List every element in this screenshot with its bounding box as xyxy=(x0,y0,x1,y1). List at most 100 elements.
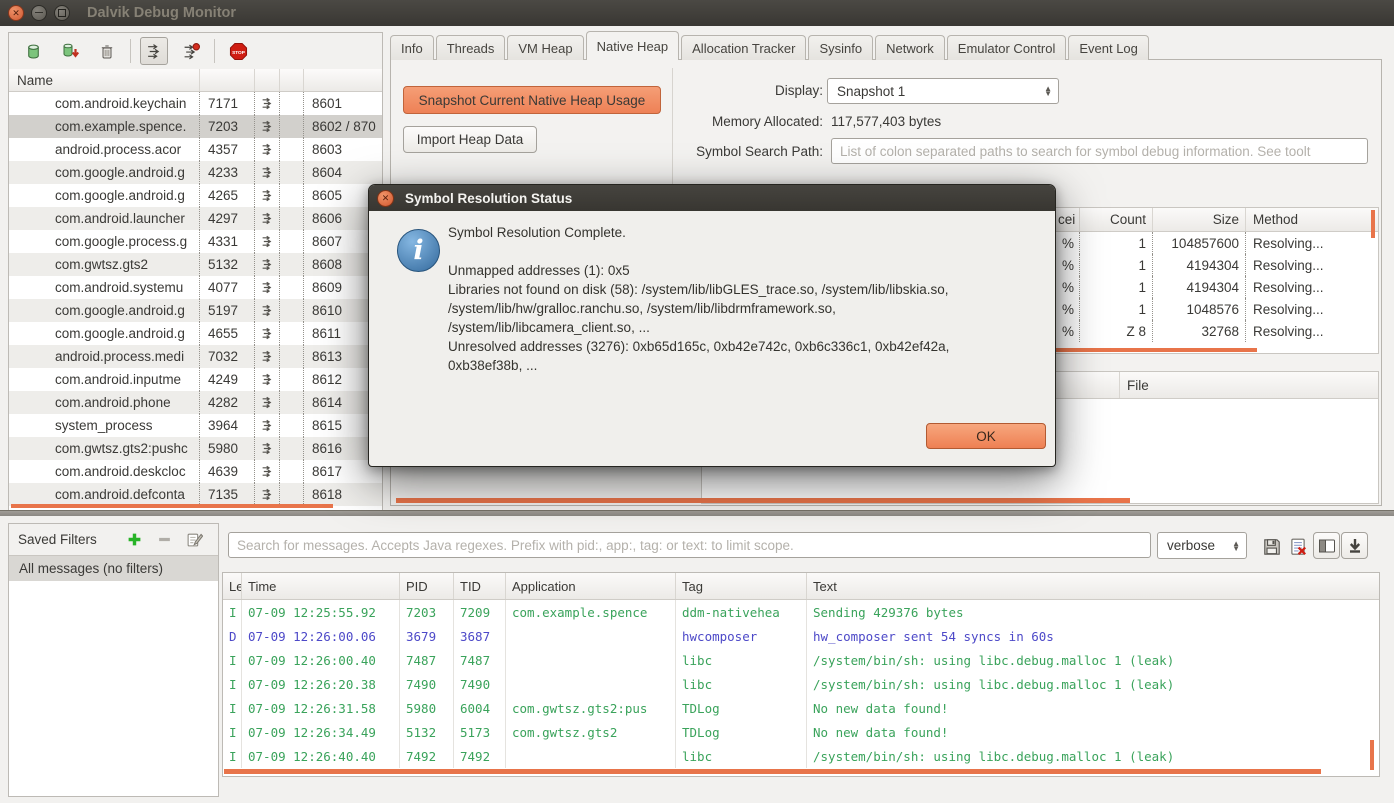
log-row[interactable]: I 07-09 12:26:00.40 7487 7487 libc /syst… xyxy=(223,648,1379,672)
log-row[interactable]: I 07-09 12:25:55.92 7203 7209 com.exampl… xyxy=(223,600,1379,624)
alloc-size: 32768 xyxy=(1153,320,1246,342)
column-header-blank[interactable] xyxy=(280,69,304,91)
window-close-icon[interactable] xyxy=(8,5,24,21)
process-row[interactable]: com.android.launcher 4297 8606 xyxy=(9,207,382,230)
column-header-application[interactable]: Application xyxy=(506,573,676,599)
pane-hscrollbar[interactable] xyxy=(396,498,1130,503)
horizontal-sash[interactable] xyxy=(0,510,1394,516)
log-text: /system/bin/sh: using libc.debug.malloc … xyxy=(813,748,1175,764)
filter-item-all-messages[interactable]: All messages (no filters) xyxy=(9,556,218,581)
window-maximize-icon[interactable] xyxy=(54,5,70,21)
add-filter-icon[interactable] xyxy=(119,531,149,549)
column-header-time[interactable]: Time xyxy=(242,573,400,599)
log-row[interactable]: D 07-09 12:26:00.06 3679 3687 hwcomposer… xyxy=(223,624,1379,648)
snapshot-native-heap-button[interactable]: Snapshot Current Native Heap Usage xyxy=(403,86,661,114)
column-header-size[interactable]: Size xyxy=(1153,208,1246,231)
log-search-input[interactable] xyxy=(228,532,1151,558)
dialog-close-icon[interactable] xyxy=(377,189,394,207)
process-name: com.android.inputme xyxy=(9,368,200,391)
allocation-rows: % 1 104857600 Resolving... % 1 4194304 R… xyxy=(1022,232,1378,342)
column-header-port[interactable] xyxy=(304,69,382,91)
remove-filter-icon[interactable] xyxy=(149,531,179,549)
process-row[interactable]: com.google.android.g 4655 8611 xyxy=(9,322,382,345)
process-row[interactable]: com.android.defconta 7135 8618 xyxy=(9,483,382,506)
tab[interactable]: Info xyxy=(390,35,434,60)
allocation-row[interactable]: % 1 4194304 Resolving... xyxy=(1022,254,1378,276)
tab[interactable]: VM Heap xyxy=(507,35,584,60)
process-row[interactable]: com.android.inputme 4249 8612 xyxy=(9,368,382,391)
process-row[interactable]: com.android.deskcloc 4639 8617 xyxy=(9,460,382,483)
process-row[interactable]: android.process.medi 7032 8613 xyxy=(9,345,382,368)
log-row[interactable]: I 07-09 12:26:31.58 5980 6004 com.gwtsz.… xyxy=(223,696,1379,720)
log-hscrollbar[interactable] xyxy=(224,769,1321,774)
save-log-icon[interactable] xyxy=(1260,535,1284,559)
tab[interactable]: Event Log xyxy=(1068,35,1149,60)
tab[interactable]: Emulator Control xyxy=(946,35,1067,60)
process-pid: 4357 xyxy=(200,138,255,161)
stop-process-icon[interactable]: STOP xyxy=(224,37,252,65)
process-table-hscrollbar[interactable] xyxy=(11,504,333,508)
edit-filter-icon[interactable] xyxy=(179,531,209,549)
toggle-filters-pane-icon[interactable] xyxy=(1313,532,1340,559)
allocations-vscrollbar[interactable] xyxy=(1371,210,1375,238)
log-row[interactable]: I 07-09 12:26:40.40 7492 7492 libc /syst… xyxy=(223,744,1379,768)
column-header-status[interactable] xyxy=(255,69,280,91)
window-minimize-icon[interactable] xyxy=(31,5,47,21)
allocation-row[interactable]: % 1 1048576 Resolving... xyxy=(1022,298,1378,320)
column-header-tid[interactable]: TID xyxy=(454,573,506,599)
process-row[interactable]: android.process.acor 4357 8603 xyxy=(9,138,382,161)
show-heap-updates-icon[interactable] xyxy=(19,37,47,65)
process-row[interactable]: com.gwtsz.gts2 5132 8608 xyxy=(9,253,382,276)
column-header-tag[interactable]: Tag xyxy=(676,573,807,599)
log-pid: 3679 xyxy=(400,624,454,648)
process-table-header[interactable]: Name xyxy=(9,69,382,92)
import-heap-data-button[interactable]: Import Heap Data xyxy=(403,126,537,153)
log-row[interactable]: I 07-09 12:26:34.49 5132 5173 com.gwtsz.… xyxy=(223,720,1379,744)
display-snapshot-select[interactable]: Snapshot 1 xyxy=(827,78,1059,104)
tab[interactable]: Network xyxy=(875,35,945,60)
column-header-pid[interactable] xyxy=(200,69,255,91)
column-header-text[interactable]: Text xyxy=(807,573,1379,599)
process-row[interactable]: com.android.phone 4282 8614 xyxy=(9,391,382,414)
column-header-count[interactable]: Count xyxy=(1080,208,1153,231)
start-method-profiling-icon[interactable] xyxy=(177,37,205,65)
process-row[interactable]: com.google.process.g 4331 8607 xyxy=(9,230,382,253)
allocation-row[interactable]: % 1 104857600 Resolving... xyxy=(1022,232,1378,254)
process-row[interactable]: com.android.keychain 7171 8601 xyxy=(9,92,382,115)
alloc-count: 1 xyxy=(1080,298,1153,320)
symbol-search-path-input[interactable] xyxy=(831,138,1368,164)
log-level-select[interactable]: verbose xyxy=(1157,532,1247,559)
process-blank-cell xyxy=(280,322,304,345)
ok-button[interactable]: OK xyxy=(926,423,1046,449)
cause-gc-trash-icon[interactable] xyxy=(93,37,121,65)
update-threads-icon[interactable] xyxy=(140,37,168,65)
log-table-header[interactable]: Le Time PID TID Application Tag Text xyxy=(223,573,1379,600)
process-row[interactable]: com.google.android.g 5197 8610 xyxy=(9,299,382,322)
column-header-method[interactable]: Method xyxy=(1246,208,1378,231)
process-row[interactable]: com.google.android.g 4233 8604 xyxy=(9,161,382,184)
process-name: com.android.keychain xyxy=(9,92,200,115)
process-row[interactable]: com.example.spence. 7203 8602 / 870 xyxy=(9,115,382,138)
tab[interactable]: Threads xyxy=(435,35,506,60)
dump-hprof-icon[interactable] xyxy=(56,37,84,65)
process-row[interactable]: system_process 3964 8615 xyxy=(9,414,382,437)
log-row[interactable]: I 07-09 12:26:20.38 7490 7490 libc /syst… xyxy=(223,672,1379,696)
log-vscrollbar[interactable] xyxy=(1370,740,1374,770)
scroll-to-bottom-icon[interactable] xyxy=(1341,532,1368,559)
column-header-name[interactable]: Name xyxy=(9,69,200,91)
allocations-hscrollbar[interactable] xyxy=(1023,348,1257,352)
process-row[interactable]: com.gwtsz.gts2:pushc 5980 8616 xyxy=(9,437,382,460)
allocation-row[interactable]: % 1 4194304 Resolving... xyxy=(1022,276,1378,298)
tab[interactable]: Native Heap xyxy=(585,31,680,60)
clear-log-icon[interactable] xyxy=(1286,535,1310,559)
tab[interactable]: Sysinfo xyxy=(808,35,874,60)
log-time: 07-09 12:26:00.40 xyxy=(242,648,400,672)
column-header-pid[interactable]: PID xyxy=(400,573,454,599)
allocation-row[interactable]: % Z 8 32768 Resolving... xyxy=(1022,320,1378,342)
column-header-level[interactable]: Le xyxy=(223,573,242,599)
process-row[interactable]: com.google.android.g 4265 8605 xyxy=(9,184,382,207)
process-row[interactable]: com.android.systemu 4077 8609 xyxy=(9,276,382,299)
tab[interactable]: Allocation Tracker xyxy=(681,35,807,60)
column-header-file[interactable]: File xyxy=(1120,372,1378,398)
allocations-table-header[interactable]: cei Count Size Method xyxy=(1022,208,1378,232)
